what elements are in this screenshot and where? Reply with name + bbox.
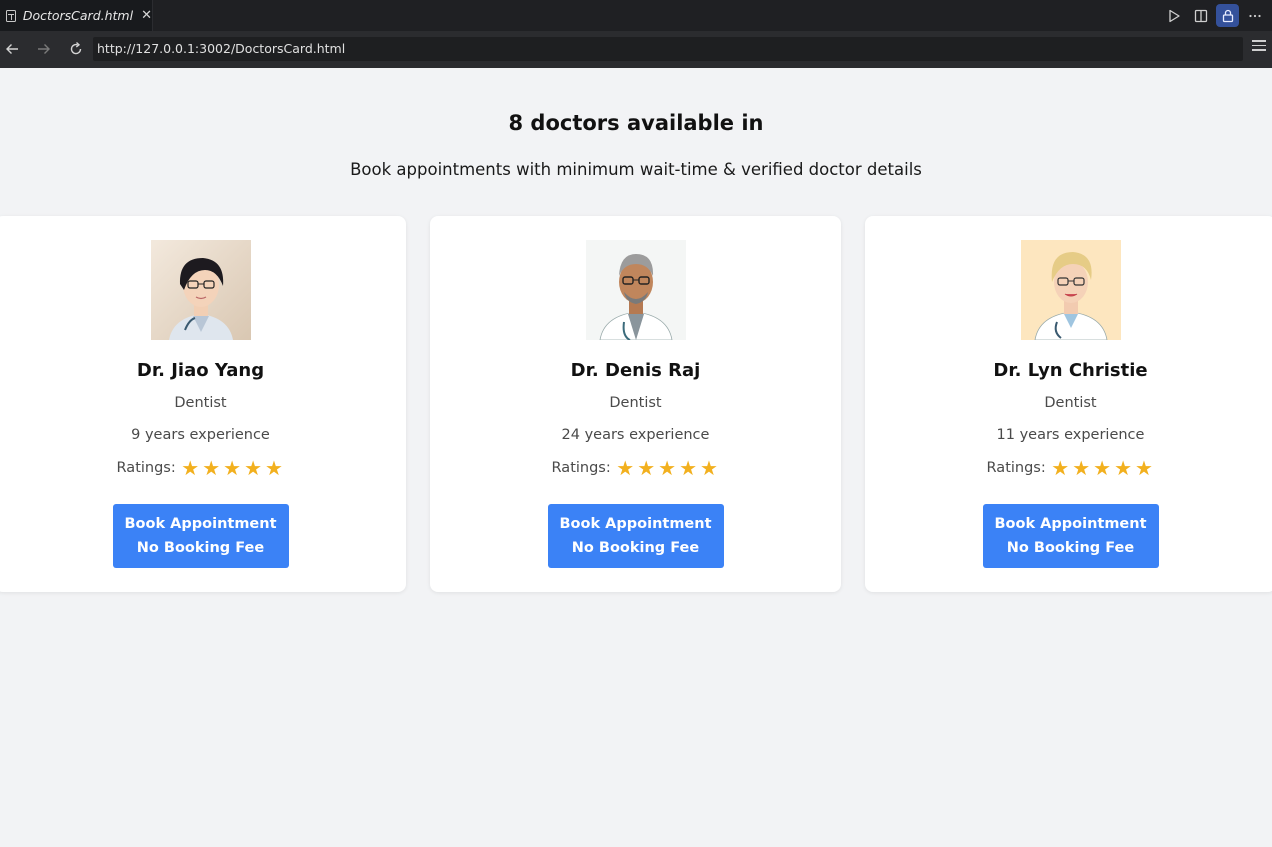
doctor-name: Dr. Denis Raj [570,360,701,381]
back-icon[interactable] [2,39,22,59]
more-icon[interactable] [1243,4,1266,27]
star-icon: ★ [700,456,718,480]
doctor-photo [585,240,686,340]
star-icon: ★ [244,456,262,480]
doctor-specialty: Dentist [174,395,227,411]
doctor-specialty: Dentist [1044,395,1097,411]
doctor-photo [150,240,251,340]
reload-icon[interactable] [66,39,86,59]
doctor-specialty: Dentist [609,395,662,411]
book-button-line2: No Booking Fee [136,540,265,556]
forward-icon[interactable] [34,39,54,59]
tab-title: DoctorsCard.html [22,8,134,23]
doctor-card: Dr. Lyn Christie Dentist 11 years experi… [865,216,1272,592]
preview-icon [6,9,16,22]
lock-icon[interactable] [1216,4,1239,27]
doctor-experience: 9 years experience [131,427,270,443]
doctor-photo [1020,240,1121,340]
doctor-name: Dr. Jiao Yang [136,360,265,381]
book-button-line1: Book Appointment [124,516,277,532]
ratings-label: Ratings: [551,460,611,476]
book-appointment-button[interactable]: Book Appointment No Booking Fee [547,504,724,568]
run-icon[interactable] [1162,4,1185,27]
doctor-name: Dr. Lyn Christie [993,360,1148,381]
doctor-experience: 11 years experience [996,427,1145,443]
book-appointment-button[interactable]: Book Appointment No Booking Fee [982,504,1159,568]
book-button-line1: Book Appointment [994,516,1147,532]
doctor-experience: 24 years experience [561,427,710,443]
doctor-ratings: Ratings: ★ ★ ★ ★ ★ [865,458,1272,478]
doctor-card: Dr. Denis Raj Dentist 24 years experienc… [430,216,841,592]
editor-tab-strip: DoctorsCard.html ✕ [0,0,1272,31]
doctor-card: Dr. Jiao Yang Dentist 9 years experience… [0,216,406,592]
book-button-line1: Book Appointment [559,516,712,532]
star-icon: ★ [265,456,283,480]
star-icon: ★ [658,456,677,480]
book-appointment-button[interactable]: Book Appointment No Booking Fee [112,504,289,568]
star-icon: ★ [181,456,200,480]
ratings-label: Ratings: [116,460,176,476]
doctor-ratings: Ratings: ★ ★ ★ ★ ★ [430,458,841,478]
star-icon: ★ [616,456,635,480]
star-icon: ★ [1135,456,1153,480]
star-icon: ★ [202,456,221,480]
star-icon: ★ [1093,456,1112,480]
url-input[interactable]: http://127.0.0.1:3002/DoctorsCard.html [93,37,1243,61]
star-icon: ★ [223,456,242,480]
browser-nav-bar: http://127.0.0.1:3002/DoctorsCard.html [0,31,1272,68]
split-editor-icon[interactable] [1189,4,1212,27]
star-icon: ★ [637,456,656,480]
star-icon: ★ [1114,456,1132,480]
doctor-ratings: Ratings: ★ ★ ★ ★ ★ [0,458,406,478]
page-title: 8 doctors available in [508,111,764,135]
close-icon[interactable]: ✕ [141,9,152,22]
editor-actions [1162,0,1266,31]
page-subtitle: Book appointments with minimum wait-time… [350,160,922,179]
book-button-line2: No Booking Fee [571,540,700,556]
tab-doctorscard[interactable]: DoctorsCard.html ✕ [0,0,153,31]
star-icon: ★ [679,456,697,480]
star-icon: ★ [1051,456,1070,480]
book-button-line2: No Booking Fee [1006,540,1135,556]
menu-icon[interactable] [1252,40,1266,54]
star-icon: ★ [1072,456,1091,480]
ratings-label: Ratings: [986,460,1046,476]
